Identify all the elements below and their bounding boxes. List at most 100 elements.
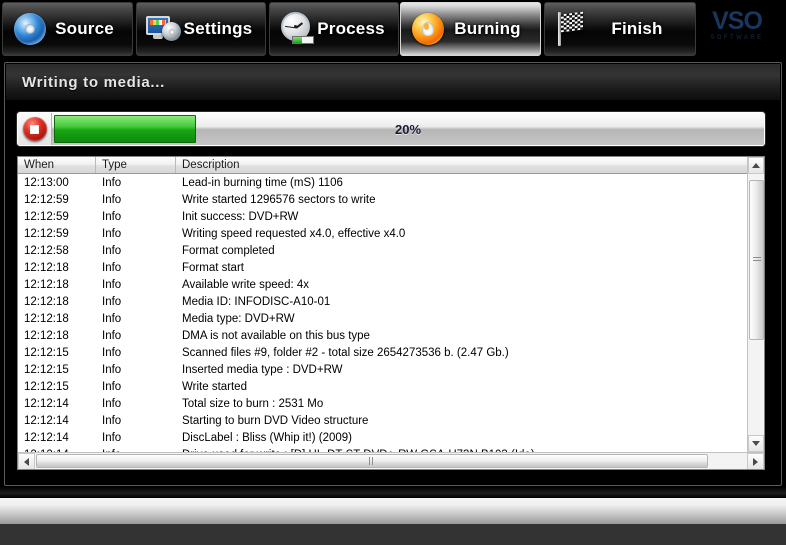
cell-when: 12:12:18 — [24, 278, 69, 291]
horizontal-scroll-track[interactable] — [35, 453, 747, 469]
monitor-disc-icon — [145, 10, 183, 48]
page-title: Writing to media... — [22, 73, 166, 91]
progress-bar: 20% — [52, 113, 764, 145]
cell-description: Lead-in burning time (mS) 1106 — [182, 176, 343, 189]
table-row[interactable]: 12:12:18 Info Media ID: INFODISC-A10-01 — [18, 293, 747, 310]
chevron-up-icon — [752, 163, 760, 168]
table-row[interactable]: 12:12:18 Info Format start — [18, 259, 747, 276]
vso-logo-mark: VSO — [712, 7, 763, 35]
table-row[interactable]: 12:12:15 Info Write started — [18, 378, 747, 395]
table-row[interactable]: 12:12:18 Info DMA is not available on this… — [18, 327, 747, 344]
cell-description: DiscLabel : Bliss (Whip it!) (2009) — [182, 431, 352, 444]
table-row[interactable]: 12:12:59 Info Write started 1296576 sector… — [18, 191, 747, 208]
cell-description: Media type: DVD+RW — [182, 312, 295, 325]
stop-button[interactable] — [18, 113, 52, 145]
cell-when: 12:12:18 — [24, 329, 69, 342]
tab-settings[interactable]: Settings — [136, 2, 266, 56]
cell-description: Inserted media type : DVD+RW — [182, 363, 343, 376]
disc-icon — [11, 10, 49, 48]
cell-when: 12:12:59 — [24, 193, 69, 206]
horizontal-scrollbar[interactable] — [18, 452, 764, 469]
cell-when: 12:13:00 — [24, 176, 69, 189]
vso-logo-subtext: SOFTWARE — [710, 35, 764, 41]
window-bottom-strip — [0, 498, 786, 524]
tab-burning-label: Burning — [454, 19, 521, 38]
scroll-down-button[interactable] — [748, 435, 764, 452]
table-row[interactable]: 12:12:59 Info Init success: DVD+RW — [18, 208, 747, 225]
tab-process[interactable]: Process — [269, 2, 399, 56]
horizontal-scroll-thumb[interactable] — [36, 454, 708, 468]
tab-settings-label: Settings — [183, 19, 253, 38]
cell-type: Info — [102, 414, 122, 427]
log-list: When Type Description 12:13:00 Info Lead-i… — [17, 156, 765, 470]
cell-description: DMA is not available on this bus type — [182, 329, 370, 342]
desktop-background — [0, 524, 786, 545]
table-row[interactable]: 12:12:18 Info Media type: DVD+RW — [18, 310, 747, 327]
cell-description: Write started 1296576 sectors to write — [182, 193, 376, 206]
table-row[interactable]: 12:12:18 Info Available write speed: 4x — [18, 276, 747, 293]
cell-description: Write started — [182, 380, 247, 393]
clock-progress-icon — [278, 10, 316, 48]
scroll-right-button[interactable] — [747, 453, 764, 469]
cell-description: Format completed — [182, 244, 275, 257]
panel-header: Writing to media... — [6, 64, 780, 100]
cell-when: 12:12:15 — [24, 346, 69, 359]
vertical-scroll-track[interactable] — [748, 174, 764, 435]
table-row[interactable]: 12:12:14 Info DiscLabel : Bliss (Whip it!)… — [18, 429, 747, 446]
cell-type: Info — [102, 278, 122, 291]
tab-source[interactable]: Source — [2, 2, 133, 56]
table-row[interactable]: 12:12:14 Info Total size to burn : 2531 Mo — [18, 395, 747, 412]
cell-type: Info — [102, 363, 122, 376]
column-header-description[interactable]: Description — [176, 157, 747, 173]
cell-type: Info — [102, 312, 122, 325]
burning-application-window: Source Settings Process Burning Finish V… — [0, 0, 786, 545]
vertical-scrollbar[interactable] — [747, 157, 764, 452]
log-list-body: When Type Description 12:13:00 Info Lead-i… — [18, 157, 764, 452]
scroll-grip-icon — [369, 457, 375, 465]
cell-type: Info — [102, 210, 122, 223]
column-header-type[interactable]: Type — [96, 157, 176, 173]
table-row[interactable]: 12:13:00 Info Lead-in burning time (mS) 11… — [18, 174, 747, 191]
tab-finish[interactable]: Finish — [544, 2, 696, 56]
scroll-grip-icon — [752, 257, 761, 263]
cell-when: 12:12:18 — [24, 295, 69, 308]
cell-when: 12:12:58 — [24, 244, 69, 257]
log-rows-container[interactable]: 12:13:00 Info Lead-in burning time (mS) 11… — [18, 174, 747, 452]
cell-description: Available write speed: 4x — [182, 278, 309, 291]
cell-type: Info — [102, 295, 122, 308]
scroll-left-button[interactable] — [18, 453, 35, 469]
vertical-scroll-thumb[interactable] — [749, 180, 764, 340]
cell-description: Starting to burn DVD Video structure — [182, 414, 369, 427]
cell-type: Info — [102, 397, 122, 410]
window-bottom-fade — [0, 487, 786, 498]
cell-type: Info — [102, 261, 122, 274]
cell-when: 12:12:14 — [24, 397, 69, 410]
cell-when: 12:12:18 — [24, 261, 69, 274]
cell-type: Info — [102, 346, 122, 359]
vso-software-logo: VSO SOFTWARE — [702, 8, 772, 50]
tab-source-label: Source — [55, 19, 114, 38]
table-row[interactable]: 12:12:59 Info Writing speed requested x4.0… — [18, 225, 747, 242]
cell-type: Info — [102, 329, 122, 342]
cell-description: Init success: DVD+RW — [182, 210, 299, 223]
scroll-up-button[interactable] — [748, 157, 764, 174]
table-row[interactable]: 12:12:58 Info Format completed — [18, 242, 747, 259]
cell-type: Info — [102, 244, 122, 257]
cell-type: Info — [102, 193, 122, 206]
burning-panel: Writing to media... 20% When Type Descri… — [4, 62, 782, 486]
cell-description: Format start — [182, 261, 244, 274]
burning-disc-icon — [409, 10, 447, 48]
tab-finish-label: Finish — [611, 19, 663, 38]
cell-description: Scanned files #9, folder #2 - total size… — [182, 346, 509, 359]
table-row[interactable]: 12:12:15 Info Inserted media type : DVD+RW — [18, 361, 747, 378]
progress-row: 20% — [17, 112, 765, 146]
table-row[interactable]: 12:12:14 Info Starting to burn DVD Video s… — [18, 412, 747, 429]
tab-burning[interactable]: Burning — [400, 2, 541, 56]
cell-when: 12:12:59 — [24, 210, 69, 223]
cell-when: 12:12:18 — [24, 312, 69, 325]
cell-when: 12:12:15 — [24, 363, 69, 376]
cell-type: Info — [102, 176, 122, 189]
cell-when: 12:12:14 — [24, 414, 69, 427]
table-row[interactable]: 12:12:15 Info Scanned files #9, folder #2 … — [18, 344, 747, 361]
column-header-when[interactable]: When — [18, 157, 96, 173]
